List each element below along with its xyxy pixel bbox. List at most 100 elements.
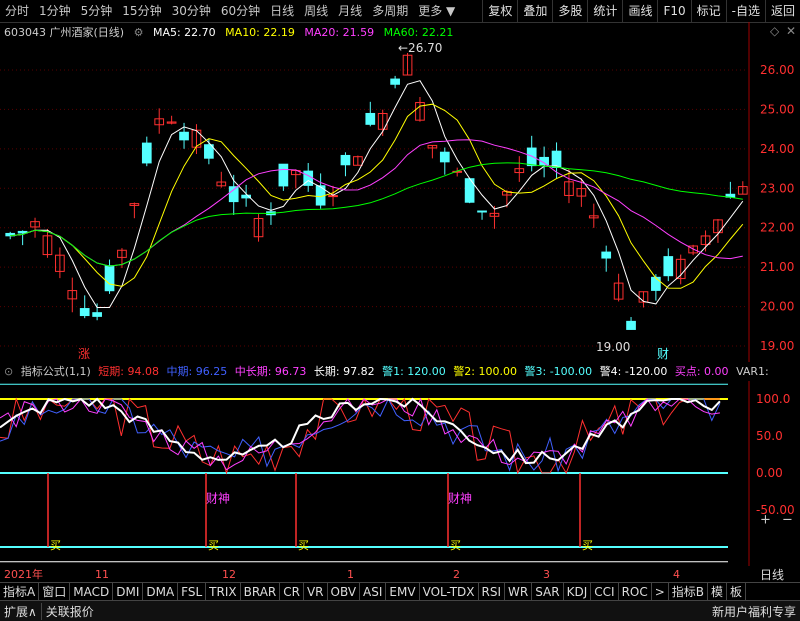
short-line bbox=[0, 397, 720, 475]
tab-more-arrow[interactable]: > bbox=[652, 583, 669, 601]
day-line-button[interactable]: 日线 bbox=[760, 566, 784, 583]
candle-body bbox=[179, 131, 189, 141]
indicator-tabbar: 指标A 窗口 MACD DMI DMA FSL TRIX BRAR CR VR … bbox=[0, 582, 800, 601]
period-tab-fenshi[interactable]: 分时 bbox=[0, 0, 34, 22]
indicator-tick-label: 0.00 bbox=[756, 466, 783, 480]
candle-body bbox=[526, 147, 537, 167]
ma10-label: MA10: 22.19 bbox=[225, 26, 295, 39]
duogu-button[interactable]: 多股 bbox=[552, 0, 587, 22]
indicator-w3: 警3: -100.00 bbox=[524, 365, 593, 378]
date-label: 3 bbox=[543, 567, 550, 581]
biaoji-button[interactable]: 标记 bbox=[690, 0, 726, 22]
zoom-in-icon: + bbox=[760, 512, 771, 527]
date-label: 12 bbox=[222, 567, 236, 581]
candle-body bbox=[390, 78, 400, 85]
tab-vol-tdx[interactable]: VOL-TDX bbox=[420, 583, 479, 601]
tab-macd[interactable]: MACD bbox=[70, 583, 114, 601]
ma20-label: MA20: 21.59 bbox=[304, 26, 375, 39]
ma20-line bbox=[10, 139, 743, 267]
tab-asi[interactable]: ASI bbox=[360, 583, 387, 601]
period-tab-60min[interactable]: 60分钟 bbox=[216, 0, 265, 22]
price-tick-label: 25.00 bbox=[760, 102, 794, 116]
candle-body bbox=[278, 163, 289, 187]
indicator-w1: 警1: 120.00 bbox=[382, 365, 446, 378]
period-tab-more[interactable]: 更多 ▼ bbox=[413, 0, 460, 22]
indicator-mid: 中期: 96.25 bbox=[166, 365, 228, 378]
period-tab-multi[interactable]: 多周期 bbox=[367, 0, 413, 22]
tab-window[interactable]: 窗口 bbox=[39, 583, 71, 601]
price-tick-label: 23.00 bbox=[760, 181, 794, 195]
price-tick-label: 22.00 bbox=[760, 221, 794, 235]
ma10-line bbox=[10, 103, 744, 289]
tab-rsi[interactable]: RSI bbox=[479, 583, 506, 601]
kline-chart[interactable]: 26.00 25.00 24.00 23.00 22.00 21.00 20.00 19.00… bbox=[0, 22, 800, 362]
indicator-buy: 买点: 0.00 bbox=[674, 365, 729, 378]
fuquan-button[interactable]: 复权 bbox=[482, 0, 517, 22]
tab-dma[interactable]: DMA bbox=[143, 583, 179, 601]
period-tab-30min[interactable]: 30分钟 bbox=[167, 0, 216, 22]
zoom-out-icon: − bbox=[782, 512, 793, 527]
indicator-chart[interactable]: 100.050.00.00-50.00买买买买买财神 财神+ − bbox=[0, 381, 800, 566]
period-tab-1min[interactable]: 1分钟 bbox=[34, 0, 76, 22]
tab-emv[interactable]: EMV bbox=[386, 583, 420, 601]
buy-marker: 买 bbox=[208, 539, 219, 552]
date-axis: 2021年 11 12 1 2 3 4 日线 bbox=[0, 566, 800, 582]
candle-body bbox=[477, 210, 487, 213]
tongji-button[interactable]: 统计 bbox=[587, 0, 622, 22]
tab-roc[interactable]: ROC bbox=[619, 583, 652, 601]
candle-body bbox=[551, 150, 562, 169]
diamond-icon[interactable]: ◇ bbox=[770, 24, 779, 38]
indicator-long: 长期: 97.82 bbox=[313, 365, 375, 378]
tab-mo[interactable]: 模 bbox=[708, 583, 728, 601]
tab-vr[interactable]: VR bbox=[304, 583, 328, 601]
period-tab-15min[interactable]: 15分钟 bbox=[117, 0, 166, 22]
tab-cci[interactable]: CCI bbox=[591, 583, 619, 601]
candle-body bbox=[651, 276, 661, 291]
gear-icon[interactable]: ⚙ bbox=[134, 26, 144, 39]
tab-zhibiao-a[interactable]: 指标A bbox=[0, 583, 40, 601]
indicator-short: 短期: 94.08 bbox=[98, 365, 159, 378]
period-tab-day[interactable]: 日线 bbox=[265, 0, 299, 22]
new-user-promo-link[interactable]: 新用户福利专享 bbox=[708, 603, 800, 620]
expand-button[interactable]: 扩展∧ bbox=[0, 603, 41, 620]
period-tab-5min[interactable]: 5分钟 bbox=[76, 0, 118, 22]
tab-kdj[interactable]: KDJ bbox=[564, 583, 592, 601]
candle-body bbox=[439, 151, 450, 163]
candle-body bbox=[365, 112, 376, 125]
tab-wr[interactable]: WR bbox=[505, 583, 533, 601]
tab-sar[interactable]: SAR bbox=[532, 583, 564, 601]
period-tab-month[interactable]: 月线 bbox=[333, 0, 367, 22]
tab-dmi[interactable]: DMI bbox=[113, 583, 144, 601]
tab-brar[interactable]: BRAR bbox=[241, 583, 281, 601]
price-tick-label: 24.00 bbox=[760, 142, 794, 156]
candle-body bbox=[228, 186, 239, 203]
price-tick-label: 21.00 bbox=[760, 260, 794, 274]
candle-body bbox=[601, 251, 612, 259]
tab-cr[interactable]: CR bbox=[280, 583, 304, 601]
footer-bar: 扩展∧ 关联报价 新用户福利专享 bbox=[0, 600, 800, 621]
ma5-label: MA5: 22.70 bbox=[152, 26, 216, 39]
indicator-header: ⊙ 指标公式(1,1) 短期: 94.08 中期: 96.25 中长期: 96.… bbox=[0, 363, 800, 381]
tab-ban[interactable]: 板 bbox=[727, 583, 747, 601]
chevron-down-icon[interactable]: ⊙ bbox=[4, 365, 13, 378]
indicator-midlong: 中长期: 96.73 bbox=[234, 365, 307, 378]
price-high-label: ←26.70 bbox=[398, 41, 442, 55]
diejia-button[interactable]: 叠加 bbox=[517, 0, 552, 22]
period-tab-week[interactable]: 周线 bbox=[299, 0, 333, 22]
ma5-line bbox=[10, 80, 744, 308]
indicator-title: 指标公式(1,1) bbox=[20, 365, 91, 378]
candle-body bbox=[663, 256, 674, 277]
tab-trix[interactable]: TRIX bbox=[206, 583, 241, 601]
related-quote-button[interactable]: 关联报价 bbox=[40, 602, 98, 620]
huaxian-button[interactable]: 画线 bbox=[622, 0, 657, 22]
buy-marker: 买 bbox=[582, 539, 593, 552]
tab-fsl[interactable]: FSL bbox=[178, 583, 207, 601]
tab-obv[interactable]: OBV bbox=[328, 583, 361, 601]
tab-zhibiao-b[interactable]: 指标B bbox=[669, 583, 709, 601]
close-icon[interactable]: ✕ bbox=[786, 24, 796, 38]
fanhui-button[interactable]: 返回 bbox=[764, 0, 800, 22]
zixuan-button[interactable]: -自选 bbox=[725, 0, 765, 22]
f10-button[interactable]: F10 bbox=[657, 0, 690, 22]
zhang-marker: 涨 bbox=[78, 346, 90, 361]
buy-marker: 买 bbox=[50, 539, 61, 552]
